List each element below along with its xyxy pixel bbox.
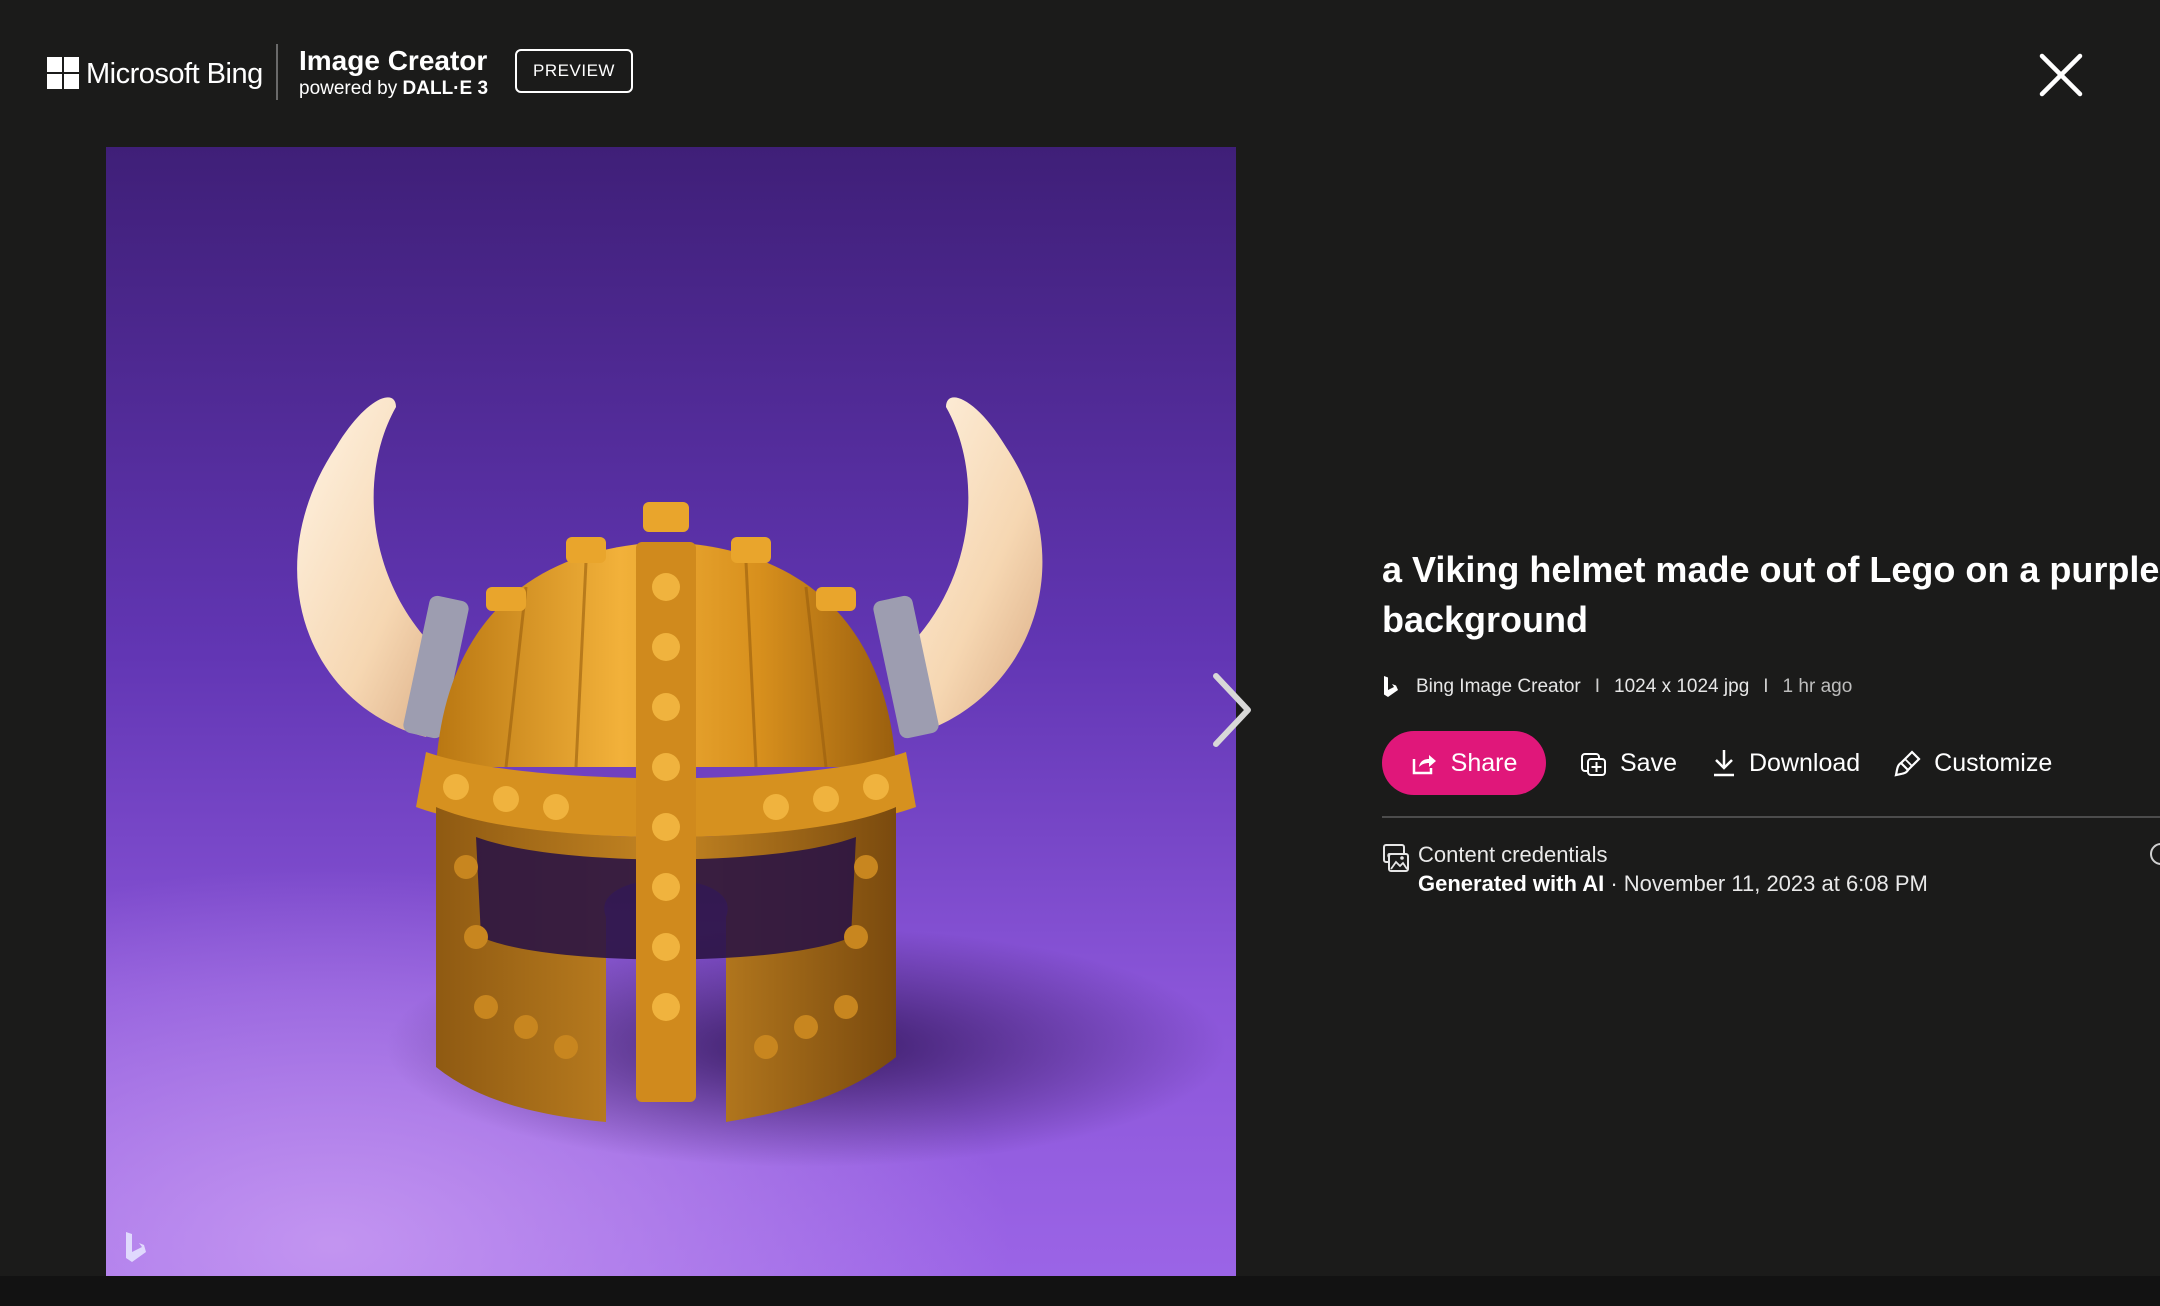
chevron-right-icon[interactable]	[1206, 670, 1256, 750]
content-credentials-detail: Generated with AI · November 11, 2023 at…	[1418, 869, 1928, 899]
image-meta: Bing Image Creator I 1024 x 1024 jpg I 1…	[1382, 672, 1852, 702]
info-icon[interactable]	[2150, 843, 2160, 865]
powered-by: powered by DALL·E 3	[299, 78, 488, 100]
download-label: Download	[1748, 748, 1861, 777]
brand-name[interactable]: Microsoft Bing	[86, 56, 263, 92]
powered-model: DALL·E 3	[402, 78, 489, 99]
header: Microsoft Bing Image Creator powered by …	[0, 0, 2160, 140]
save-collection-icon	[1581, 753, 1606, 776]
share-button[interactable]: Share	[1382, 731, 1546, 795]
prompt-title: a Viking helmet made out of Lego on a pu…	[1382, 549, 2160, 640]
content-credentials-title[interactable]: Content credentials	[1418, 841, 1608, 869]
app-title[interactable]: Image Creator	[299, 44, 487, 78]
preview-badge: PREVIEW	[515, 49, 633, 93]
bing-logo-icon	[1384, 676, 1398, 697]
share-label: Share	[1450, 748, 1518, 777]
save-label: Save	[1620, 748, 1677, 777]
header-divider	[276, 44, 278, 100]
download-button[interactable]: Download	[1711, 748, 1860, 778]
customize-button[interactable]: Customize	[1894, 749, 2052, 778]
share-icon	[1412, 755, 1436, 775]
generated-image[interactable]	[106, 147, 1236, 1276]
action-bar: Share Save Download Customize	[1382, 731, 2052, 795]
meta-separator: I	[1594, 676, 1601, 697]
generated-date: November 11, 2023 at 6:08 PM	[1623, 871, 1928, 896]
content-credentials-icon: cr	[1383, 844, 1409, 872]
meta-source[interactable]: Bing Image Creator	[1416, 676, 1581, 698]
bottom-strip	[0, 1276, 2160, 1306]
section-divider	[1382, 816, 2160, 818]
meta-separator: I	[1763, 676, 1769, 697]
customize-brush-icon	[1894, 750, 1921, 777]
meta-dimensions: 1024 x 1024 jpg	[1614, 676, 1750, 697]
meta-age: 1 hr ago	[1782, 676, 1853, 697]
microsoft-logo-icon[interactable]	[47, 57, 79, 89]
powered-prefix: powered by	[299, 78, 398, 99]
cred-dot: ·	[1604, 871, 1624, 896]
bing-logo-icon	[126, 1232, 146, 1262]
customize-label: Customize	[1934, 748, 2053, 777]
download-icon	[1713, 750, 1734, 777]
save-button[interactable]: Save	[1580, 749, 1677, 778]
lego-viking-helmet-image	[106, 147, 1236, 1276]
generated-with-ai: Generated with AI	[1418, 871, 1605, 896]
close-icon[interactable]	[2038, 52, 2084, 98]
